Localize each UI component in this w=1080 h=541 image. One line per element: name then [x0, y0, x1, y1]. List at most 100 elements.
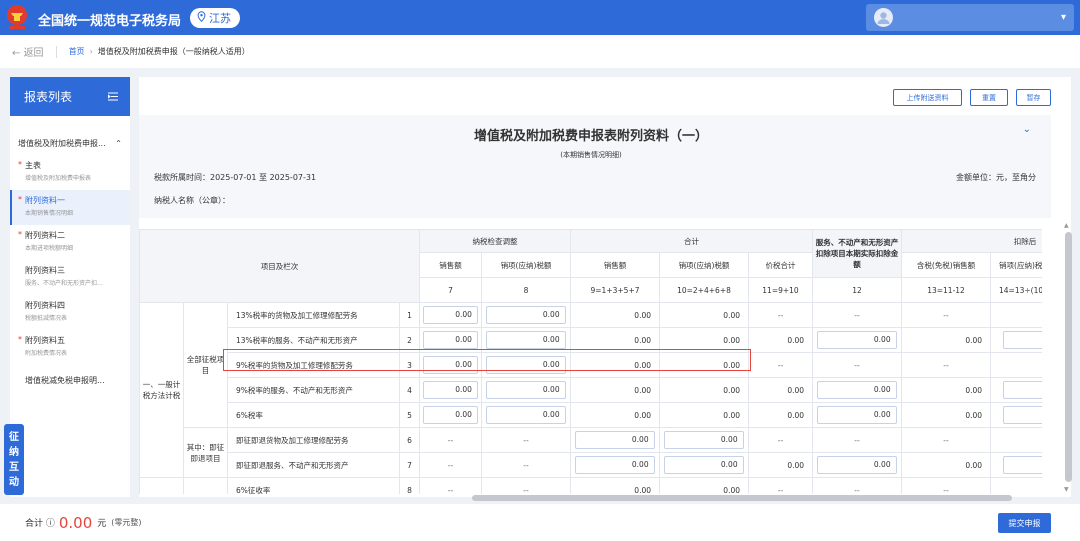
reset-button[interactable]: 重置 [970, 89, 1008, 106]
amount-input[interactable]: 0.00 [1002, 331, 1042, 349]
total-amount: 0.00 [58, 513, 93, 532]
amount-input[interactable]: 0.00 [817, 381, 897, 399]
cell: -- [747, 352, 814, 378]
cell: 0.00 [570, 427, 660, 453]
breadcrumb-separator-icon: › [89, 47, 93, 56]
table-row: 即征即退服务、不动产和无形资产 7 -- -- 0.00 0.00 0.00 0.00 0.00… [140, 452, 1042, 478]
sidebar-item[interactable]: 附列资料四 税额抵减情况表 [10, 295, 130, 330]
amount-input[interactable]: 0.00 [575, 431, 655, 449]
form-panel: 上传附送资料 重置 暂存 增值税及附加税费申报表附列资料（一） (本期销售情况明… [139, 77, 1071, 497]
sidebar-item-title: 附列资料五 [25, 336, 65, 345]
horizontal-scrollbar[interactable] [139, 494, 1062, 502]
cell: 0.00 [659, 477, 749, 494]
amount-input[interactable]: 0.00 [486, 406, 566, 424]
cell: 0.00 [481, 402, 571, 428]
vertical-scrollbar[interactable]: ▲ ▼ [1062, 222, 1076, 494]
amount-input[interactable]: 0.00 [664, 456, 744, 474]
amount-input[interactable]: 0.00 [423, 306, 478, 324]
amount-input[interactable]: 0.00 [486, 356, 566, 374]
cell: -- [901, 302, 992, 328]
cell: 0.00 [481, 302, 571, 328]
row-line-number: 7 [399, 452, 420, 478]
interaction-float-tab[interactable]: 征 纳 互 动 [4, 424, 24, 495]
table-row: 6%税率50.000.000.000.000.000.000.000.00 [140, 402, 1042, 428]
cell: 0.00 [747, 452, 814, 478]
cell: 0.00 [570, 377, 660, 403]
sidebar-item[interactable]: 附列资料三 服务、不动产和无形资产扣... [10, 260, 130, 295]
upload-attachment-button[interactable]: 上传附送资料 [893, 89, 962, 106]
cell: 0.00 [419, 302, 482, 328]
col-header-sales: 销售额 [570, 252, 660, 278]
amount-input[interactable]: 0.00 [486, 331, 566, 349]
amount-input[interactable]: 0.00 [817, 406, 897, 424]
cell: 0.00 [659, 302, 749, 328]
sidebar-item[interactable]: * 附列资料五 附加税费情况表 [10, 330, 130, 365]
user-menu[interactable]: ▾ [866, 4, 1074, 31]
amount-input[interactable]: 0.00 [664, 431, 744, 449]
amount-input[interactable]: 0.00 [1002, 406, 1042, 424]
cell: 0.00 [481, 352, 571, 378]
divider [55, 45, 57, 58]
app-title: 全国统一规范电子税务局 [38, 14, 182, 29]
sales-detail-table-container[interactable]: 项目及栏次 纳税检查调整 合计 服务、不动产和无形资产扣除项目本期实际扣除金额 … [139, 229, 1042, 494]
total-currency: 元 [97, 519, 107, 529]
cell: -- [990, 302, 1042, 328]
amount-input[interactable]: 0.00 [1002, 456, 1042, 474]
collapse-chevron-icon[interactable]: ⌄ [1023, 124, 1031, 135]
cell: 0.00 [570, 302, 660, 328]
row-label: 9%税率的服务、不动产和无形资产 [227, 377, 400, 403]
submit-declaration-button[interactable]: 提交申报 [998, 513, 1051, 533]
sidebar-group-label: 增值税及附加税费申报... [18, 139, 106, 148]
scrollbar-thumb[interactable] [472, 495, 1012, 501]
row-line-number: 3 [399, 352, 420, 378]
breadcrumb-home[interactable]: 首页 [69, 46, 85, 57]
scroll-up-arrow-icon[interactable]: ▲ [1064, 222, 1069, 229]
col-header-tax: 销项(应纳)税额 [659, 252, 749, 278]
cell: -- [812, 427, 903, 453]
amount-input[interactable]: 0.00 [817, 456, 897, 474]
sidebar-item[interactable]: * 附列资料二 本期进项税额明细 [10, 225, 130, 260]
amount-input[interactable]: 0.00 [817, 331, 897, 349]
table-row: 9%税率的服务、不动产和无形资产 4 0.00 0.00 0.00 0.00 0.00 0.0… [140, 377, 1042, 403]
amount-input[interactable]: 0.00 [423, 356, 478, 374]
sidebar-item-title: 附列资料三 [25, 266, 65, 275]
cell: 0.00 [990, 327, 1042, 353]
collapse-menu-icon[interactable] [107, 90, 118, 104]
cell: 0.00 [419, 352, 482, 378]
cell: -- [990, 427, 1042, 453]
float-tab-char: 征 [9, 431, 19, 443]
row-label: 即征即退服务、不动产和无形资产 [227, 452, 400, 478]
category-cell [139, 477, 184, 494]
amount-input[interactable]: 0.00 [486, 306, 566, 324]
region-selector[interactable]: 江苏 [190, 8, 240, 28]
col-header-price-total: 价税合计 [747, 252, 814, 278]
amount-input[interactable]: 0.00 [1002, 381, 1042, 399]
amount-input[interactable]: 0.00 [423, 406, 478, 424]
sidebar-group-vat[interactable]: 增值税及附加税费申报... ⌃ [10, 138, 130, 149]
row-label: 6%征收率 [227, 477, 400, 494]
required-marker: * [18, 195, 22, 204]
amount-input[interactable]: 0.00 [423, 381, 478, 399]
back-link[interactable]: ← 返回 [12, 44, 44, 59]
cell: -- [747, 427, 814, 453]
breadcrumb-current: 增值税及附加税费申报（一般纳税人适用） [97, 47, 250, 56]
top-bar: 全国统一规范电子税务局 江苏 ▾ [0, 0, 1080, 35]
amount-input[interactable]: 0.00 [423, 331, 478, 349]
cell: -- [481, 452, 571, 478]
chevron-down-icon: ▾ [1060, 12, 1066, 23]
float-tab-char: 互 [9, 461, 19, 473]
amount-input[interactable]: 0.00 [486, 381, 566, 399]
float-tab-char: 动 [9, 476, 19, 488]
sidebar-item[interactable]: * 主表 增值税及附加税费申报表 [10, 155, 130, 190]
required-marker: * [18, 230, 22, 239]
cell: -- [901, 477, 992, 494]
sidebar-item[interactable]: * 附列资料一 本期销售情况明细 [10, 190, 130, 225]
scrollbar-thumb[interactable] [1065, 232, 1072, 482]
required-marker: * [18, 335, 22, 344]
total-label: 合计 ⓘ [25, 519, 55, 529]
sidebar-item[interactable]: 增值税减免税申报明... [10, 365, 130, 400]
save-draft-button[interactable]: 暂存 [1016, 89, 1051, 106]
breadcrumb: ← 返回 首页 › 增值税及附加税费申报（一般纳税人适用） [0, 35, 1080, 68]
amount-input[interactable]: 0.00 [575, 456, 655, 474]
scroll-down-arrow-icon[interactable]: ▼ [1064, 486, 1069, 493]
